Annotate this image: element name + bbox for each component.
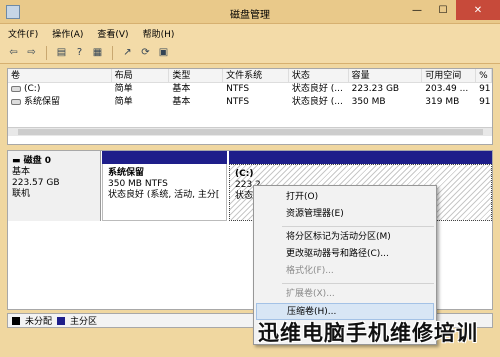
refresh-icon[interactable]: ⟳ — [138, 45, 153, 60]
disk-status: 联机 — [12, 189, 31, 199]
menu-file[interactable]: 文件(F) — [8, 27, 38, 40]
partition-body: 系统保留 350 MB NTFS 状态良好 (系统, 活动, 主分[ — [102, 164, 227, 221]
toolbar-separator — [46, 45, 47, 60]
volume-icon — [11, 85, 21, 92]
help-book-icon[interactable]: ▣ — [156, 45, 171, 60]
table-cell: NTFS — [226, 97, 250, 107]
help-icon[interactable]: ? — [72, 45, 87, 60]
table-cell: 状态良好 (... — [291, 97, 343, 107]
scrollbar-thumb[interactable] — [18, 129, 483, 135]
partition-bar — [102, 151, 227, 164]
partition-name: 系统保留 — [108, 168, 145, 178]
column-header-filesystem[interactable]: 文件系统 — [223, 69, 289, 82]
toolbar-separator — [112, 45, 113, 60]
disk-size: 223.57 GB — [12, 178, 60, 188]
menu-item-extend-volume: 扩展卷(X)... — [286, 289, 335, 299]
table-cell: (C:) — [8, 83, 112, 96]
watermark-text: 迅维电脑手机维修培训 — [258, 321, 478, 345]
title-bar: 磁盘管理 — ☐ ✕ — [0, 0, 500, 24]
table-cell: 319 MB — [425, 97, 460, 107]
close-button[interactable]: ✕ — [456, 0, 500, 20]
menu-item-change-drive-letter[interactable]: 更改驱动器号和路径(C)... — [256, 246, 434, 263]
partition-system-reserved[interactable]: 系统保留 350 MB NTFS 状态良好 (系统, 活动, 主分[ — [102, 151, 227, 221]
minimize-button[interactable]: — — [404, 0, 430, 20]
table-cell-text: (C:) — [24, 84, 41, 94]
table-cell: 基本 — [172, 84, 191, 94]
table-cell: 91 — [479, 97, 491, 107]
menu-action[interactable]: 操作(A) — [52, 27, 83, 40]
horizontal-scrollbar[interactable] — [8, 127, 492, 136]
maximize-button[interactable]: ☐ — [430, 0, 456, 20]
disk-name: ▬ 磁盘 0 — [12, 156, 96, 167]
table-cell: 系统保留 — [8, 96, 112, 109]
window-controls: — ☐ ✕ — [404, 0, 500, 20]
column-header-volume[interactable]: 卷 — [8, 69, 112, 82]
volume-icon — [11, 98, 21, 105]
back-arrow-icon[interactable]: ⇦ — [6, 45, 21, 60]
table-cell: 223.23 GB — [351, 84, 400, 94]
volume-list-header: 卷 布局 类型 文件系统 状态 容量 可用空间 % — [8, 69, 492, 83]
table-cell: 简单 — [114, 97, 133, 107]
legend-label-unallocated: 未分配 — [25, 317, 53, 327]
column-header-status[interactable]: 状态 — [289, 69, 349, 82]
menu-item-explorer[interactable]: 资源管理器(E) — [256, 206, 434, 223]
table-cell: 91 — [479, 84, 491, 94]
legend-swatch-unallocated — [12, 316, 20, 325]
legend-label-primary: 主分区 — [70, 317, 98, 327]
forward-arrow-icon[interactable]: ⇨ — [24, 45, 39, 60]
table-cell: 简单 — [114, 84, 133, 94]
table-cell-text: 系统保留 — [24, 97, 61, 107]
disk-0-info[interactable]: ▬ 磁盘 0 基本 223.57 GB 联机 — [8, 151, 101, 221]
menu-help[interactable]: 帮助(H) — [143, 27, 175, 40]
table-cell: 350 MB — [351, 97, 386, 107]
table-cell: 基本 — [172, 97, 191, 107]
disk-icon: ▬ — [12, 156, 24, 166]
column-header-percent[interactable]: % — [476, 69, 492, 82]
menu-item-open[interactable]: 打开(O) — [256, 189, 434, 206]
export-icon[interactable]: ↗ — [120, 45, 135, 60]
toolbar: ⇦ ⇨ ▤ ? ▦ ↗ ⟳ ▣ — [0, 42, 500, 64]
legend-swatch-primary — [57, 316, 66, 325]
menu-separator — [282, 283, 434, 284]
menu-item-mark-active[interactable]: 将分区标记为活动分区(M) — [256, 229, 434, 246]
column-header-capacity[interactable]: 容量 — [349, 69, 423, 82]
disk-name-label: 磁盘 0 — [23, 156, 52, 166]
table-cell: 状态良好 (... — [291, 84, 343, 94]
column-header-type[interactable]: 类型 — [169, 69, 224, 82]
menu-separator — [282, 226, 434, 227]
table-row[interactable]: 系统保留 简单 基本 NTFS 状态良好 (... 350 MB 319 MB … — [8, 96, 492, 109]
partition-status: 状态良好 (系统, 活动, 主分[ — [108, 190, 220, 200]
table-row[interactable]: (C:) 简单 基本 NTFS 状态良好 (... 223.23 GB 203.… — [8, 83, 492, 96]
partition-name: (C:) — [235, 169, 254, 179]
volume-list: 卷 布局 类型 文件系统 状态 容量 可用空间 % (C:) 简单 基本 NTF… — [7, 68, 493, 145]
table-cell: NTFS — [226, 84, 250, 94]
column-header-free-space[interactable]: 可用空间 — [422, 69, 477, 82]
menu-view[interactable]: 查看(V) — [97, 27, 128, 40]
column-header-layout[interactable]: 布局 — [112, 69, 170, 82]
table-cell: 203.49 ... — [425, 84, 469, 94]
disk-type: 基本 — [12, 167, 31, 177]
console-tree-icon[interactable]: ▤ — [54, 45, 69, 60]
partition-bar — [229, 151, 492, 164]
menu-bar: 文件(F) 操作(A) 查看(V) 帮助(H) — [0, 24, 500, 42]
menu-item-format: 格式化(F)... — [286, 266, 334, 276]
partition-size: 350 MB NTFS — [108, 179, 168, 189]
properties-icon[interactable]: ▦ — [90, 45, 105, 60]
